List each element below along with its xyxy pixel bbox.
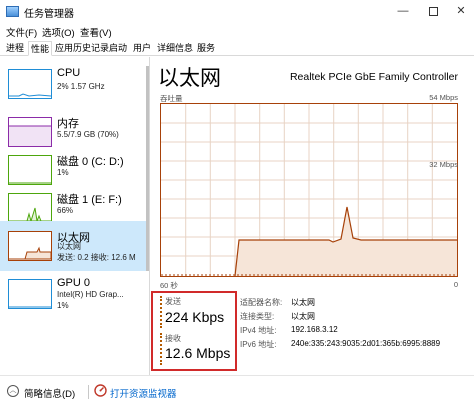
tab-processes[interactable]: 进程 — [4, 41, 26, 56]
menu-view[interactable]: 查看(V) — [80, 25, 112, 39]
adapter-name: Realtek PCIe GbE Family Controller — [289, 71, 458, 83]
sidebar-item-label: GPU 0 — [57, 277, 91, 289]
tab-startup[interactable]: 启动 — [107, 41, 129, 56]
window-title: 任务管理器 — [24, 9, 74, 20]
resource-monitor-icon[interactable] — [94, 384, 107, 397]
graph-mid-label: 32 Mbps — [429, 160, 458, 169]
sidebar-item-detail: 以太网 — [57, 242, 81, 251]
chevron-up-icon[interactable]: ︿ — [7, 385, 19, 397]
ethernet-graph-icon — [8, 231, 52, 261]
sidebar-item-label: 磁盘 1 (E: F:) — [57, 194, 122, 206]
maximize-button[interactable] — [418, 0, 448, 22]
menu-bar: 文件(F) 选项(O) 查看(V) — [0, 24, 474, 40]
sidebar-item-detail: 5.5/7.9 GB (70%) — [57, 130, 119, 139]
receive-indicator — [160, 333, 162, 365]
task-manager-app-icon — [6, 6, 19, 17]
tab-performance[interactable]: 性能 — [28, 41, 53, 56]
prop-label-connection: 连接类型: — [240, 312, 275, 321]
close-button[interactable]: ✕ — [446, 0, 474, 22]
sidebar-item-label: 内存 — [57, 118, 79, 130]
throughput-graph-svg — [161, 104, 457, 276]
prop-value-ipv4: 192.168.3.12 — [291, 325, 338, 334]
cpu-graph-icon — [8, 69, 52, 99]
menu-options[interactable]: 选项(O) — [42, 25, 75, 39]
sidebar-item-cpu[interactable]: CPU 2% 1.57 GHz — [0, 59, 149, 107]
disk1-graph-icon — [8, 193, 52, 223]
memory-graph-icon — [8, 117, 52, 147]
prop-value-adapter: 以太网 — [291, 298, 315, 307]
sidebar-scrollbar[interactable] — [146, 66, 149, 271]
tab-app-history[interactable]: 应用历史记录 — [53, 41, 111, 56]
sidebar-item-gpu[interactable]: GPU 0 Intel(R) HD Grap... 1% — [0, 269, 149, 317]
fewer-details-button[interactable]: 简略信息(D) — [24, 386, 75, 400]
prop-label-adapter: 适配器名称: — [240, 298, 283, 307]
sidebar-item-throughput: 发送: 0.2 接收: 12.6 M — [57, 253, 136, 262]
receive-value: 12.6 Mbps — [165, 345, 231, 361]
footer-divider — [88, 385, 89, 399]
sidebar-item-ethernet[interactable]: 以太网 以太网 发送: 0.2 接收: 12.6 M — [0, 221, 149, 271]
sidebar-item-label: CPU — [57, 67, 81, 79]
sidebar-item-detail: Intel(R) HD Grap... — [57, 290, 124, 299]
tab-services[interactable]: 服务 — [195, 41, 217, 56]
tab-bar: 进程 性能 应用历史记录 启动 用户 详细信息 服务 — [0, 40, 474, 56]
prop-value-ipv6: 240e:335:243:9035:2d01:365b:6995:8889 — [291, 339, 441, 348]
send-label: 发送 — [165, 297, 181, 306]
sidebar-item-label: 磁盘 0 (C: D:) — [57, 156, 124, 168]
receive-label: 接收 — [165, 334, 181, 343]
tab-users[interactable]: 用户 — [131, 41, 153, 56]
menu-file[interactable]: 文件(F) — [6, 25, 37, 39]
page-title: 以太网 — [158, 67, 221, 90]
minimize-button[interactable]: — — [388, 0, 418, 22]
throughput-graph — [160, 103, 458, 277]
graph-zero-label: 0 — [453, 280, 458, 289]
footer: ︿ 简略信息(D) 打开资源监视器 — [0, 375, 474, 410]
sidebar-item-detail: 2% 1.57 GHz — [57, 82, 105, 91]
title-bar: 任务管理器 — ✕ — [0, 0, 474, 24]
graph-max-label: 54 Mbps — [429, 93, 458, 102]
performance-sidebar: CPU 2% 1.57 GHz 内存 5.5/7.9 GB (70%) 磁盘 0… — [0, 57, 150, 375]
prop-value-connection: 以太网 — [291, 312, 315, 321]
graph-time-label: 60 秒 — [160, 281, 178, 290]
prop-label-ipv4: IPv4 地址: — [240, 326, 277, 335]
sidebar-item-usage: 1% — [57, 301, 69, 310]
sidebar-item-detail: 1% — [57, 168, 69, 177]
gpu-graph-icon — [8, 279, 52, 309]
send-indicator — [160, 296, 162, 328]
disk0-graph-icon — [8, 155, 52, 185]
prop-label-ipv6: IPv6 地址: — [240, 340, 277, 349]
tab-details[interactable]: 详细信息 — [155, 41, 195, 56]
send-value: 224 Kbps — [165, 309, 225, 325]
maximize-icon — [428, 6, 438, 16]
sidebar-item-detail: 66% — [57, 206, 74, 215]
open-resource-monitor-link[interactable]: 打开资源监视器 — [110, 386, 177, 400]
